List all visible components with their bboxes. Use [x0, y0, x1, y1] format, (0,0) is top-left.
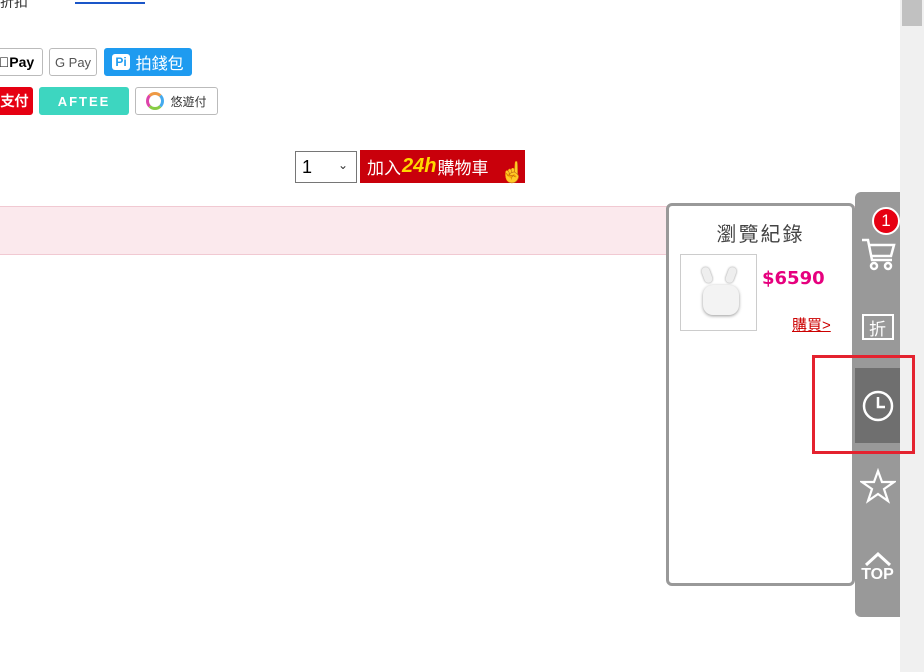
add-to-cart-prefix: 加入 [367, 159, 401, 178]
top-label: TOP [861, 566, 894, 583]
red-pay-label: 支付 [0, 93, 29, 109]
history-item-price: $6590 [762, 268, 825, 289]
yosai-pay-badge: 悠遊付 [135, 87, 218, 115]
pi-logo-icon: Pi [112, 54, 130, 70]
cart-icon [861, 238, 896, 271]
history-title: 瀏覽紀錄 [716, 224, 805, 246]
aftee-label: AFTEE [57, 93, 111, 109]
aftee-badge: AFTEE [39, 87, 129, 115]
quantity-select[interactable]: 1 ⌄ [295, 151, 357, 183]
apple-pay-badge:  Pay [0, 48, 43, 76]
pi-wallet-badge: Pi 拍錢包 [104, 48, 192, 76]
cart-count-badge: 1 [872, 207, 900, 235]
google-pay-label: G Pay [54, 54, 92, 70]
top-partial-text: 折扣 [0, 0, 28, 10]
product-thumbnail[interactable] [680, 254, 757, 331]
quantity-value: 1 [302, 156, 313, 177]
earbud-case-icon [703, 285, 739, 315]
google-pay-badge: G Pay [49, 48, 97, 76]
chevron-down-icon: ⌄ [337, 158, 348, 172]
discount-icon: 折 [861, 314, 894, 340]
hand-cursor-icon: ☝ [500, 162, 525, 184]
apple-icon:  [0, 54, 9, 70]
yosai-pay-label: 悠遊付 [170, 94, 207, 109]
add-to-cart-suffix: 購物車 [437, 159, 489, 178]
scrollbar-thumb[interactable] [902, 0, 922, 26]
discount-label: 折 [869, 319, 886, 339]
highlight-box [812, 355, 915, 454]
star-icon [859, 468, 896, 504]
earbud-left-icon [700, 266, 714, 284]
earbud-right-icon [724, 266, 738, 284]
caret-up-icon [864, 551, 891, 567]
red-pay-badge: 支付 [0, 87, 33, 115]
sidebar-back-to-top[interactable]: TOP [855, 532, 900, 602]
top-partial-link[interactable] [75, 0, 145, 4]
apple-pay-label: Pay [4, 54, 34, 70]
history-item-buy-link[interactable]: 購買> [792, 314, 831, 335]
sidebar-favorites[interactable] [855, 448, 900, 524]
pi-wallet-label: 拍錢包 [135, 56, 184, 73]
sidebar-discount[interactable]: 折 [855, 292, 900, 362]
add-to-cart-24h: 24h [402, 155, 437, 177]
page-scrollbar[interactable] [900, 0, 924, 672]
yosai-ring-icon [146, 92, 165, 110]
